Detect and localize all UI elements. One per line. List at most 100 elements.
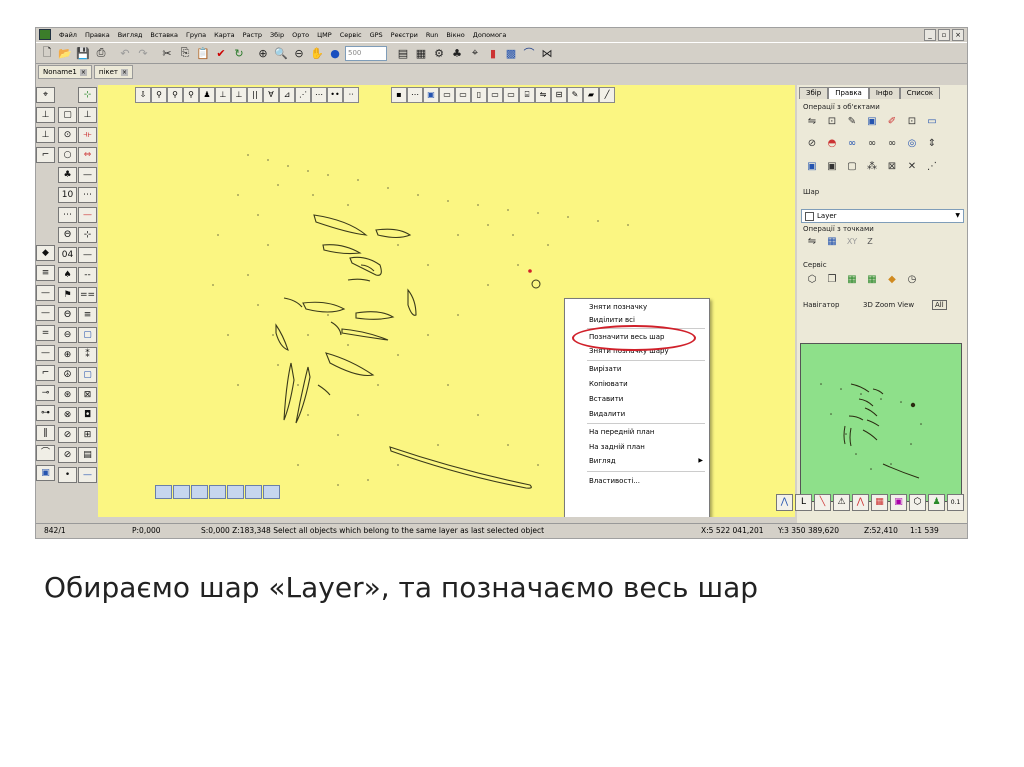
square-icon[interactable]: ▢: [78, 327, 97, 343]
menu-item-delete[interactable]: Видалити: [589, 408, 625, 420]
symbol-icon[interactable]: ▣: [36, 465, 55, 481]
layer-tool-button[interactable]: [209, 485, 226, 499]
redo-icon[interactable]: ↷: [135, 45, 151, 61]
symbol-icon[interactable]: ⁑: [78, 347, 97, 363]
menu-item-cut[interactable]: Вирізати: [589, 363, 621, 375]
menu-window[interactable]: Вікно: [442, 31, 468, 39]
service-tool-icon[interactable]: ▦: [845, 273, 859, 287]
menu-edit[interactable]: Правка: [81, 31, 114, 39]
object-tool-icon[interactable]: ⊠: [885, 160, 899, 174]
menu-insert[interactable]: Вставка: [146, 31, 182, 39]
symbol-icon[interactable]: Θ: [58, 307, 77, 323]
copy-icon[interactable]: ⎘: [177, 45, 193, 61]
object-tool-icon[interactable]: ⋰: [925, 160, 939, 174]
object-tool-icon[interactable]: ∞: [865, 137, 879, 151]
object-tool-icon[interactable]: ⁂: [865, 160, 879, 174]
tab-edit[interactable]: Правка: [828, 87, 869, 99]
line-style-icon[interactable]: ⋯: [78, 187, 97, 203]
object-tool-icon[interactable]: ◓: [825, 137, 839, 151]
menu-item-send-back[interactable]: На задній план: [589, 441, 645, 453]
layer-select[interactable]: Layer ▼: [801, 209, 964, 223]
symbol-icon[interactable]: ⊖: [58, 327, 77, 343]
object-tool-icon[interactable]: ⊡: [905, 115, 919, 129]
line-style-icon[interactable]: —: [78, 207, 97, 223]
menu-registers[interactable]: Реєстри: [387, 31, 422, 39]
point-tool-icon[interactable]: ▦: [825, 235, 839, 249]
cut-icon[interactable]: ✂: [159, 45, 175, 61]
zoom-view-label[interactable]: 3D Zoom View: [863, 301, 914, 309]
object-tool-icon[interactable]: ⇕: [925, 137, 939, 151]
menu-collect[interactable]: Збір: [266, 31, 288, 39]
line-style-icon[interactable]: ⊥: [36, 107, 55, 123]
layers-icon[interactable]: ▤: [395, 45, 411, 61]
line-style-icon[interactable]: —: [78, 467, 97, 483]
node-diamond-icon[interactable]: ◆: [36, 245, 55, 261]
line-style-icon[interactable]: ⊶: [36, 405, 55, 421]
object-tool-icon[interactable]: ⊘: [805, 137, 819, 151]
object-tool-icon[interactable]: ⊡: [825, 115, 839, 129]
menu-raster[interactable]: Растр: [239, 31, 266, 39]
object-tool-icon[interactable]: ✕: [905, 160, 919, 174]
mountain-icon[interactable]: ⋀: [776, 494, 793, 511]
number-icon[interactable]: 0.1: [947, 494, 964, 511]
restore-icon[interactable]: ▫: [938, 29, 950, 41]
hatch-icon[interactable]: ⋈: [539, 45, 555, 61]
person-icon[interactable]: ♟: [928, 494, 945, 511]
paste-icon[interactable]: 📋: [195, 45, 211, 61]
curve-icon[interactable]: ⌒: [521, 45, 537, 61]
dots-icon[interactable]: ⋯: [58, 207, 77, 223]
cursor-icon[interactable]: ⌖: [467, 45, 483, 61]
line-style-icon[interactable]: —: [78, 167, 97, 183]
grid-icon[interactable]: ⊠: [78, 387, 97, 403]
triangle-icon[interactable]: ⚠: [833, 494, 850, 511]
square-icon[interactable]: ▢: [78, 367, 97, 383]
menu-item-view[interactable]: Вигляд: [589, 455, 616, 467]
layer-checkbox[interactable]: [805, 211, 814, 221]
zoom-window-icon[interactable]: ⊕: [255, 45, 271, 61]
symbol-icon[interactable]: ⊗: [58, 407, 77, 423]
minimize-icon[interactable]: _: [924, 29, 936, 41]
tab-list[interactable]: Список: [899, 87, 941, 99]
object-tool-icon[interactable]: ⇋: [805, 115, 819, 129]
line-style-icon[interactable]: --: [78, 267, 97, 283]
chevron-down-icon[interactable]: ▼: [955, 210, 960, 222]
line-style-icon[interactable]: ⌐: [36, 365, 55, 381]
line-style-icon[interactable]: ⊹: [78, 227, 97, 243]
crosshair-icon[interactable]: ⊕: [58, 347, 77, 363]
line-style-icon[interactable]: ⊥: [36, 127, 55, 143]
zoom-in-icon[interactable]: 🔍: [273, 45, 289, 61]
close-icon[interactable]: ×: [952, 29, 964, 41]
menu-gps[interactable]: GPS: [366, 31, 387, 39]
tree-icon[interactable]: ♠: [58, 267, 77, 283]
menu-run[interactable]: Run: [422, 31, 442, 39]
tree-icon[interactable]: ♣: [58, 167, 77, 183]
service-tool-icon[interactable]: ◷: [905, 273, 919, 287]
object-tool-icon[interactable]: ▣: [805, 160, 819, 174]
close-tab-icon[interactable]: ×: [120, 68, 128, 76]
line-style-icon[interactable]: ≡: [78, 307, 97, 323]
diagonal-icon[interactable]: ╲: [814, 494, 831, 511]
check-icon[interactable]: ✔: [213, 45, 229, 61]
tab-piket[interactable]: пікет ×: [93, 65, 133, 79]
dot-icon[interactable]: •: [58, 467, 77, 483]
menu-item-copy[interactable]: Копіювати: [589, 378, 628, 390]
navigator-preview[interactable]: [800, 343, 962, 502]
layer-tool-button[interactable]: [173, 485, 190, 499]
object-tool-icon[interactable]: ▭: [925, 115, 939, 129]
close-tab-icon[interactable]: ×: [79, 68, 87, 76]
line-style-icon[interactable]: ⊸: [36, 385, 55, 401]
line-style-icon[interactable]: ==: [78, 287, 97, 303]
menu-dem[interactable]: ЦМР: [313, 31, 336, 39]
menu-map[interactable]: Карта: [210, 31, 239, 39]
flag-icon[interactable]: ⚑: [58, 287, 77, 303]
target-icon[interactable]: ⊙: [58, 127, 77, 143]
layer-tool-button[interactable]: [245, 485, 262, 499]
grid-icon[interactable]: ⊞: [78, 427, 97, 443]
menu-service[interactable]: Сервіс: [336, 31, 366, 39]
square-icon[interactable]: ▢: [58, 107, 77, 123]
line-style-icon[interactable]: —: [36, 305, 55, 321]
line-style-icon[interactable]: ⇔: [78, 147, 97, 163]
rotate-icon[interactable]: ↻: [231, 45, 247, 61]
tree-icon[interactable]: ♣: [449, 45, 465, 61]
line-style-icon[interactable]: —: [36, 345, 55, 361]
